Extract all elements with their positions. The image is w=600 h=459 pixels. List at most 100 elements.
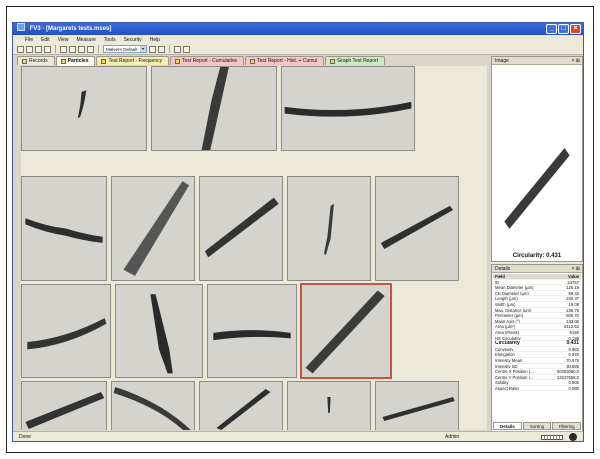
details-value: 24757 — [567, 279, 579, 285]
details-value: 0.431 — [566, 340, 579, 347]
chevron-down-icon: ▾ — [140, 46, 146, 52]
profile-select[interactable]: Malvern Default ▾ — [103, 45, 147, 53]
particle-image-view — [494, 67, 580, 251]
undo-icon[interactable] — [87, 45, 94, 53]
details-value: 133.06 — [566, 318, 579, 324]
details-field: HS Circularity — [495, 335, 521, 341]
save-icon[interactable] — [35, 45, 42, 53]
particle-thumbnail[interactable] — [151, 66, 277, 151]
image-pane-title: Image × ⊞ — [492, 57, 582, 65]
tab-report-frequency[interactable]: Test Report - Frequency — [96, 56, 170, 65]
maximize-button[interactable]: □ — [558, 24, 569, 34]
tab-report-cumulative[interactable]: Test Report - Cumulative — [170, 56, 245, 65]
particle-thumbnail[interactable] — [21, 381, 107, 430]
menu-view[interactable]: View — [58, 37, 69, 43]
menu-measure[interactable]: Measure — [76, 37, 95, 43]
cut-icon[interactable] — [60, 45, 67, 53]
menu-bar: File Edit View Measure Tools Security He… — [13, 35, 583, 44]
particle-thumbnail[interactable] — [115, 284, 203, 378]
progress-indicator — [541, 435, 563, 440]
details-field: Circularity — [495, 341, 520, 346]
particle-thumbnail[interactable] — [375, 176, 459, 281]
particles-icon — [60, 59, 66, 64]
details-field: Centre Y Position (... — [495, 374, 534, 380]
particle-thumbnail[interactable] — [21, 176, 107, 281]
particle-thumbnail[interactable] — [199, 176, 283, 281]
tab-label: Graph Test Report — [337, 57, 379, 64]
details-field: ID — [495, 279, 500, 285]
circularity-caption: Circularity: 0.431 — [512, 253, 562, 259]
details-row[interactable]: Aspect Ratio 0.080 — [493, 386, 581, 392]
details-field: Width (µm) — [495, 301, 516, 307]
particle-thumbnail[interactable] — [287, 381, 371, 430]
details-field: Solidity — [495, 380, 509, 385]
back-icon[interactable] — [174, 45, 181, 53]
particle-thumbnail[interactable] — [207, 284, 297, 378]
particle-thumbnail[interactable] — [21, 284, 111, 378]
details-value: 0.080 — [568, 385, 579, 391]
minimize-button[interactable]: _ — [546, 24, 557, 34]
profile-select-value: Malvern Default — [106, 47, 138, 52]
details-value: 70.576 — [566, 357, 579, 363]
details-value: 236.76 — [566, 307, 579, 313]
pin-icon[interactable]: × ⊞ — [572, 57, 581, 65]
app-window: FV3 - [Margarets tests.mses] _ □ × File … — [12, 22, 584, 442]
forward-icon[interactable] — [183, 45, 190, 53]
toolbar-separator — [169, 45, 170, 53]
tab-particles[interactable]: Particles — [55, 56, 96, 66]
open-icon[interactable] — [26, 45, 33, 53]
report-icon — [175, 58, 181, 64]
particle-thumbnail[interactable] — [21, 66, 147, 151]
status-text: Done — [19, 434, 31, 440]
details-pane: Details × ⊞ Field Value ID 24757 Mean Diam… — [491, 264, 583, 432]
copy-icon[interactable] — [69, 45, 76, 53]
paste-icon[interactable] — [78, 45, 85, 53]
menu-security[interactable]: Security — [124, 37, 142, 43]
network-icon — [569, 433, 577, 441]
particle-gallery — [21, 66, 487, 430]
details-field: Area (µm²) — [495, 324, 516, 329]
tab-label: Test Report - Frequency — [108, 57, 163, 64]
details-value: 230.37 — [566, 296, 579, 302]
details-field: Area (Pixels) — [495, 329, 519, 335]
particle-thumbnail[interactable] — [281, 66, 415, 151]
new-icon[interactable] — [17, 45, 24, 53]
tab-records[interactable]: Records — [17, 56, 55, 65]
particle-thumbnail[interactable] — [287, 176, 371, 281]
particle-thumbnail[interactable] — [199, 381, 283, 430]
details-value: 0.982 — [568, 346, 579, 352]
tab-label: Records — [29, 57, 48, 64]
details-value: 69.33 — [568, 290, 579, 296]
tab-report-hist-cumul[interactable]: Test Report - Hist. + Cumul — [245, 56, 325, 65]
view-tabs: Records Particles Test Report - Frequenc… — [17, 56, 425, 66]
print-icon[interactable] — [44, 45, 51, 53]
details-field: Perimeter (µm) — [495, 313, 524, 318]
pin-icon[interactable]: × ⊞ — [572, 265, 581, 273]
menu-edit[interactable]: Edit — [41, 37, 50, 43]
close-button[interactable]: × — [570, 24, 581, 34]
tab-sorting[interactable]: Sorting — [522, 422, 552, 430]
play-icon[interactable] — [158, 45, 165, 53]
tab-graph-report[interactable]: Graph Test Report — [325, 56, 386, 65]
details-field: Centre X Position (... — [495, 369, 534, 374]
details-value: 505.70 — [566, 313, 579, 319]
menu-tools[interactable]: Tools — [104, 37, 116, 43]
details-value: 0.906 — [568, 380, 579, 386]
window-title: FV3 - [Margarets tests.mses] — [29, 26, 112, 32]
particle-thumbnail-selected[interactable] — [301, 284, 391, 378]
tab-label: Test Report - Cumulative — [182, 57, 238, 64]
tab-filtering[interactable]: Filtering — [552, 422, 582, 430]
particle-thumbnail[interactable] — [111, 176, 195, 281]
details-field: Aspect Ratio — [495, 385, 519, 391]
status-user: Admin — [445, 434, 460, 440]
report-icon — [250, 58, 256, 64]
details-tabs: Details Sorting Filtering — [493, 422, 582, 430]
menu-file[interactable]: File — [25, 37, 33, 43]
menu-help[interactable]: Help — [150, 37, 160, 43]
particle-thumbnail[interactable] — [375, 381, 459, 430]
details-pane-title-text: Details — [495, 266, 511, 272]
filter-icon[interactable] — [149, 45, 156, 53]
particle-thumbnail[interactable] — [111, 381, 195, 430]
tab-details[interactable]: Details — [493, 422, 522, 430]
image-pane-title-text: Image — [495, 58, 509, 64]
